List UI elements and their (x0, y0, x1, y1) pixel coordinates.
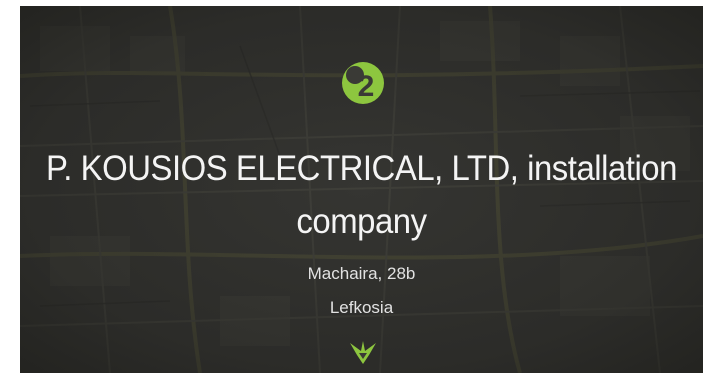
address-city: Lefkosia (329, 298, 394, 317)
badge-number: 2 (358, 70, 375, 103)
company-name-line2: company (296, 202, 427, 241)
card-content: 2 P. KOUSIOS ELECTRICAL, LTD, installati… (20, 6, 703, 373)
company-card: 2 P. KOUSIOS ELECTRICAL, LTD, installati… (20, 6, 703, 373)
bird-marker-icon (350, 341, 376, 364)
address-street: Machaira, 28b (307, 264, 416, 283)
category-number-badge-icon: 2 (342, 62, 384, 104)
company-name-line1: P. KOUSIOS ELECTRICAL, LTD, installation (46, 149, 677, 188)
